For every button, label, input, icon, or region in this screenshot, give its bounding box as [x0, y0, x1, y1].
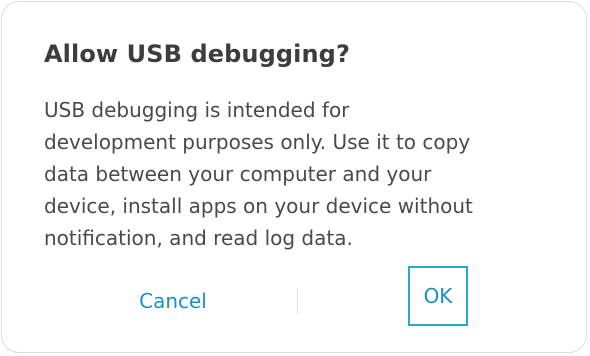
button-divider	[297, 288, 298, 314]
message-line: development purposes only. Use it to cop…	[44, 130, 471, 154]
usb-debugging-dialog: Allow USB debugging? USB debugging is in…	[1, 1, 587, 353]
dialog-title: Allow USB debugging?	[44, 40, 350, 68]
ok-button[interactable]: OK	[408, 266, 468, 326]
message-line: USB debugging is intended for	[44, 98, 350, 122]
cancel-button[interactable]: Cancel	[114, 281, 232, 321]
message-line: data between your computer and your	[44, 162, 432, 186]
message-line: device, install apps on your device with…	[44, 194, 473, 218]
dialog-message: USB debugging is intended for developmen…	[44, 94, 544, 254]
message-line: notification, and read log data.	[44, 226, 353, 250]
